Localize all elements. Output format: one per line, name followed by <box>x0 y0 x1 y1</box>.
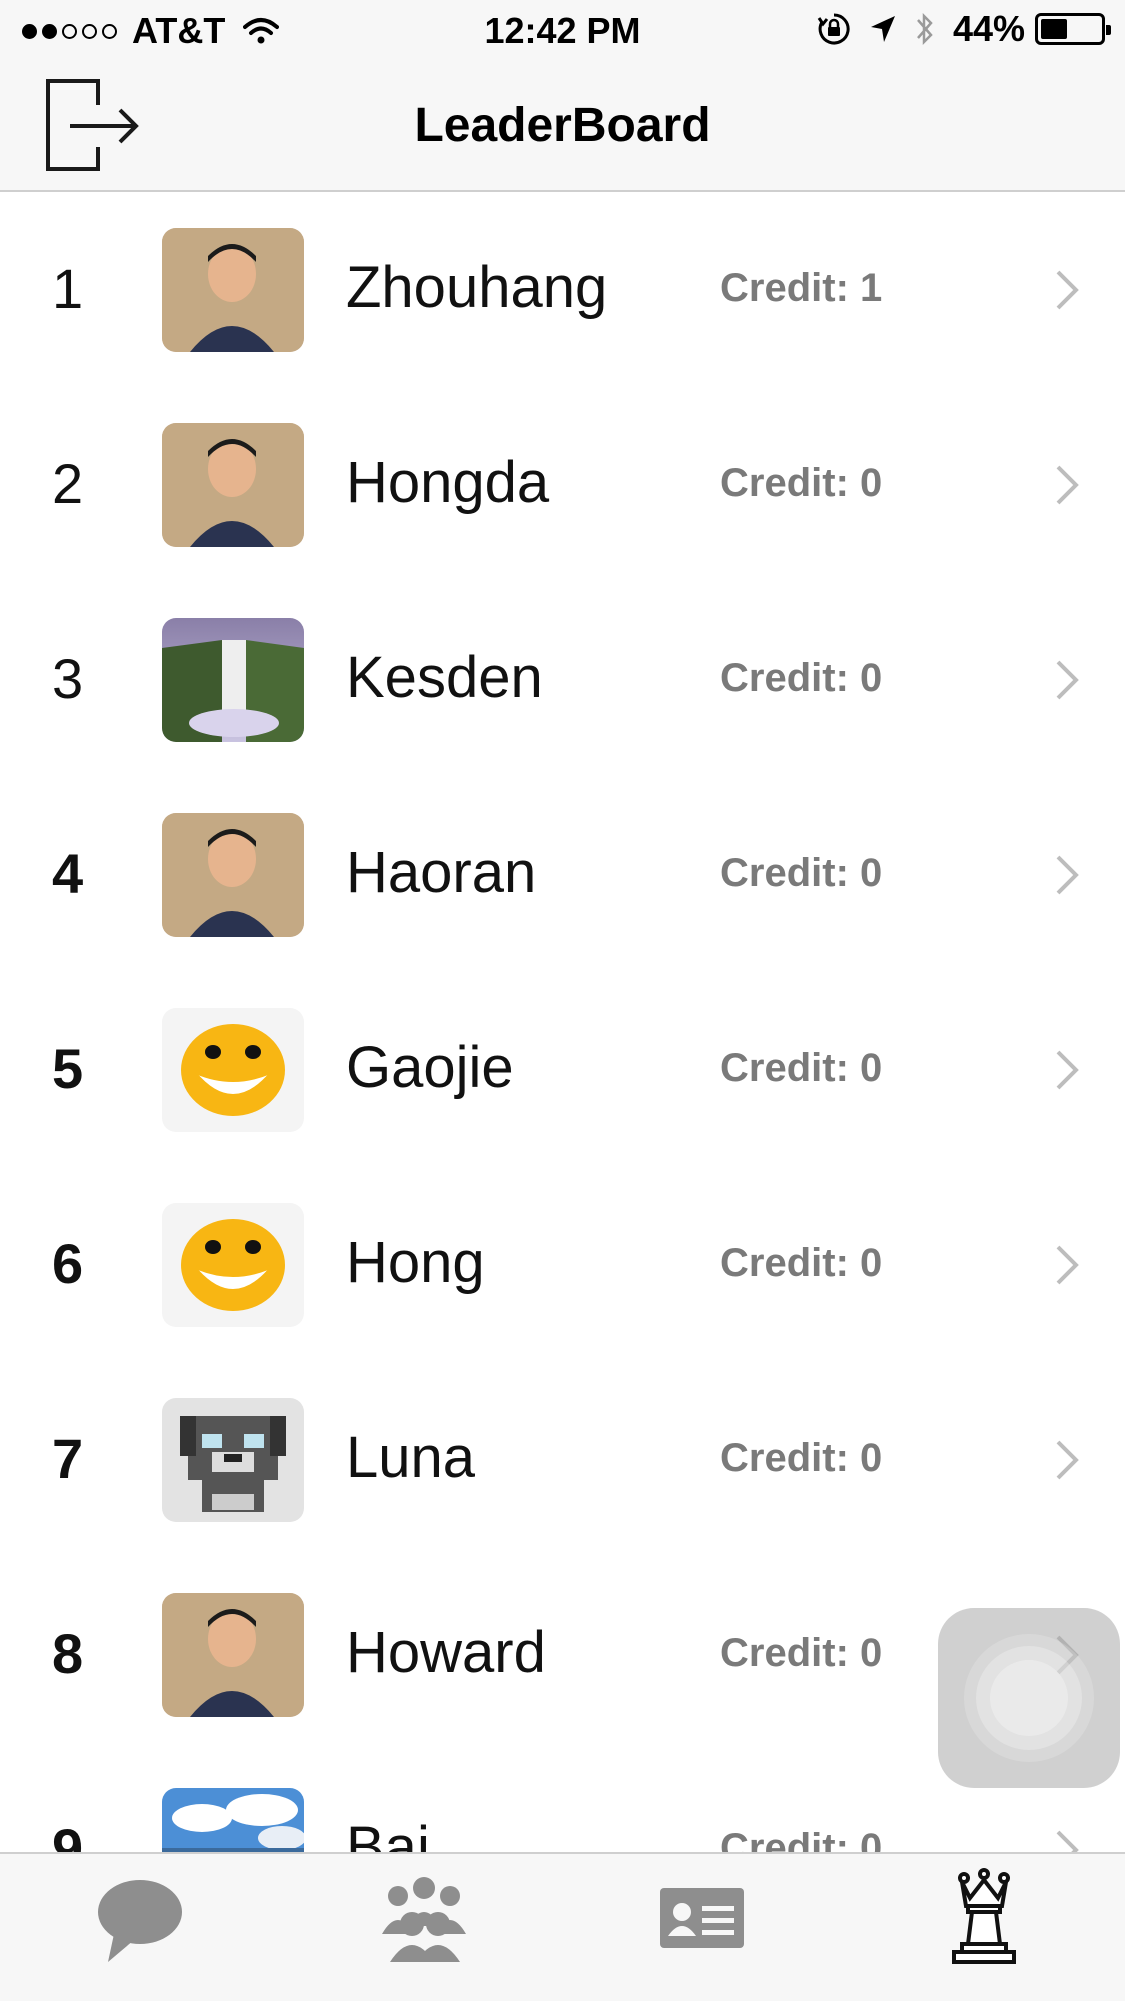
leaderboard-row[interactable]: 1 Zhouhang Credit: 1 <box>0 192 1125 387</box>
page-title: LeaderBoard <box>414 99 711 152</box>
status-bar: AT&T 12:42 PM 44% <box>0 0 1125 60</box>
rank-number: 1 <box>52 257 84 320</box>
chat-bubble-icon[interactable] <box>80 1866 200 1976</box>
location-arrow-icon <box>870 16 895 42</box>
username: Zhouhang <box>346 255 608 320</box>
rank-number: 6 <box>52 1232 84 1295</box>
orientation-lock-icon <box>817 13 850 45</box>
chevron-right-icon <box>1056 660 1079 700</box>
leaderboard-row[interactable]: 5 Gaojie Credit: 0 <box>0 972 1125 1167</box>
credit-label: Credit: 0 <box>720 1241 883 1285</box>
chevron-right-icon <box>1056 855 1079 895</box>
leaderboard-row[interactable]: 7 Luna Credit: 0 <box>0 1362 1125 1557</box>
group-icon[interactable] <box>364 1866 484 1976</box>
avatar <box>162 423 304 547</box>
chevron-right-icon <box>1056 465 1079 505</box>
status-right: 44% <box>817 8 1111 50</box>
username: Gaojie <box>346 1035 514 1100</box>
chevron-right-icon <box>1056 1245 1079 1285</box>
avatar <box>162 813 304 937</box>
rank-number: 5 <box>52 1037 84 1100</box>
contact-card-icon[interactable] <box>642 1866 762 1976</box>
username: Hong <box>346 1230 485 1295</box>
leaderboard-row[interactable]: 4 Haoran Credit: 0 <box>0 777 1125 972</box>
leaderboard-list[interactable]: 1 Zhouhang Credit: 1 2 Hongda Credit: 0 3 Kesde… <box>0 192 1125 1852</box>
assistive-touch-button[interactable] <box>938 1608 1120 1788</box>
tab-bar <box>0 1852 1125 2001</box>
credit-label: Credit: 0 <box>720 461 883 505</box>
username: Hongda <box>346 450 550 515</box>
leaderboard-row[interactable]: 2 Hongda Credit: 0 <box>0 387 1125 582</box>
avatar <box>162 1398 304 1522</box>
chevron-right-icon <box>1056 1440 1079 1480</box>
chevron-right-icon <box>1056 270 1079 310</box>
avatar <box>162 1203 304 1327</box>
username: Haoran <box>346 840 537 905</box>
rank-number: 3 <box>52 647 84 710</box>
battery-icon <box>1035 13 1111 45</box>
credit-label: Credit: 0 <box>720 1826 883 1852</box>
avatar <box>162 618 304 742</box>
username: Luna <box>346 1425 476 1490</box>
credit-label: Credit: 0 <box>720 656 883 700</box>
credit-label: Credit: 1 <box>720 266 883 310</box>
rank-number: 4 <box>52 842 84 905</box>
credit-label: Credit: 0 <box>720 1046 883 1090</box>
navigation-bar: LeaderBoard <box>0 60 1125 192</box>
credit-label: Credit: 0 <box>720 1436 883 1480</box>
rank-number: 7 <box>52 1427 84 1490</box>
avatar <box>162 228 304 352</box>
chevron-right-icon <box>1056 1830 1079 1852</box>
leaderboard-row[interactable]: 6 Hong Credit: 0 <box>0 1167 1125 1362</box>
rank-number: 8 <box>52 1622 84 1685</box>
username: Kesden <box>346 645 543 710</box>
leaderboard-row[interactable]: 3 Kesden Credit: 0 <box>0 582 1125 777</box>
rank-number: 9 <box>52 1817 84 1852</box>
credit-label: Credit: 0 <box>720 1631 883 1675</box>
chevron-right-icon <box>1056 1050 1079 1090</box>
rank-number: 2 <box>52 452 84 515</box>
credit-label: Credit: 0 <box>720 851 883 895</box>
username: Howard <box>346 1620 546 1685</box>
chess-queen-icon[interactable] <box>924 1866 1044 1976</box>
avatar <box>162 1593 304 1717</box>
bluetooth-icon <box>916 12 933 46</box>
avatar <box>162 1008 304 1132</box>
username: Bai <box>346 1815 430 1852</box>
battery-percent: 44% <box>952 8 1025 49</box>
avatar <box>162 1788 304 1852</box>
